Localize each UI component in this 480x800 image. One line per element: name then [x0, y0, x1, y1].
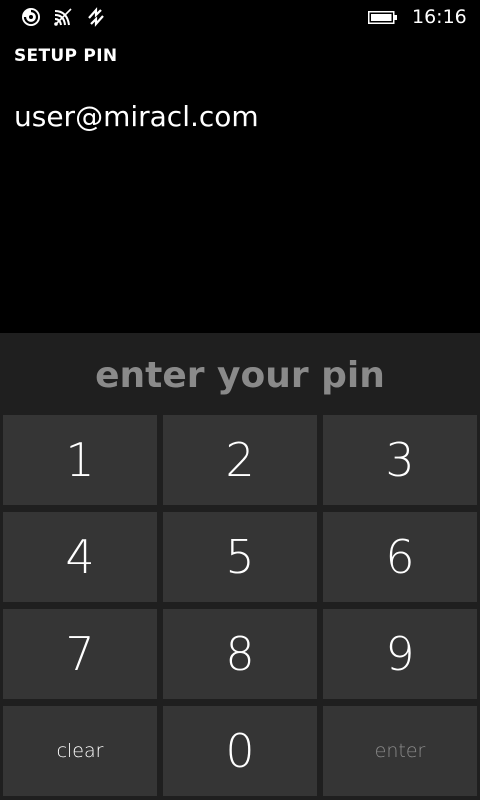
- wifi-icon: [52, 6, 74, 28]
- status-clock: 16:16: [412, 6, 467, 28]
- data-sync-icon: [85, 6, 107, 28]
- key-3[interactable]: 3: [323, 415, 477, 505]
- user-email: user@miracl.com: [14, 100, 259, 133]
- page-title: SETUP PIN: [14, 46, 118, 66]
- key-6[interactable]: 6: [323, 512, 477, 602]
- clear-button[interactable]: clear: [3, 706, 157, 796]
- enter-button[interactable]: enter: [323, 706, 477, 796]
- key-5[interactable]: 5: [163, 512, 317, 602]
- key-4[interactable]: 4: [3, 512, 157, 602]
- pin-prompt: enter your pin: [95, 355, 385, 396]
- notification-icon: [20, 6, 42, 28]
- key-2[interactable]: 2: [163, 415, 317, 505]
- status-bar: 16:16: [0, 0, 480, 32]
- key-1[interactable]: 1: [3, 415, 157, 505]
- key-9[interactable]: 9: [323, 609, 477, 699]
- setup-pin-screen: 16:16 SETUP PIN user@miracl.com enter yo…: [0, 0, 480, 800]
- battery-icon: [368, 11, 398, 24]
- key-0[interactable]: 0: [163, 706, 317, 796]
- key-7[interactable]: 7: [3, 609, 157, 699]
- pin-entry-panel: enter your pin 1 2 3 4 5 6 7 8 9 clear 0…: [0, 333, 480, 800]
- key-8[interactable]: 8: [163, 609, 317, 699]
